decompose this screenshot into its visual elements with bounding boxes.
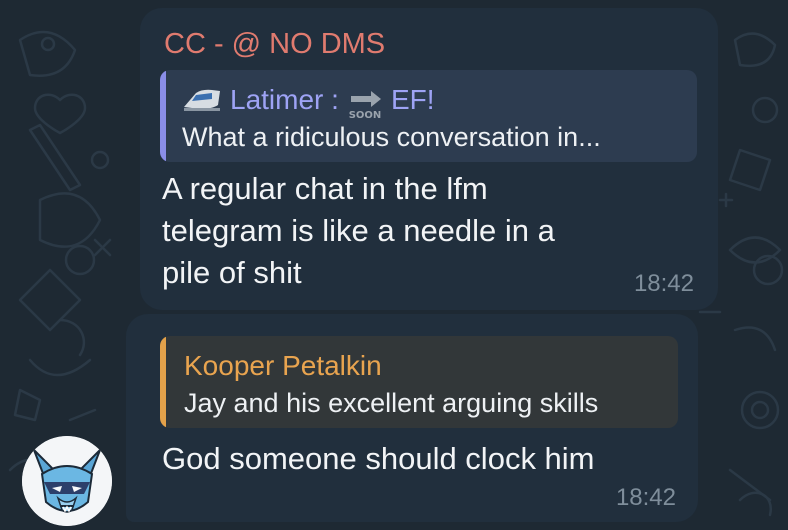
svg-text:SOON: SOON: [349, 110, 382, 120]
message-time: 18:42: [633, 270, 694, 297]
reply-author-name: Latimer :: [230, 84, 339, 115]
soon-arrow-icon: SOON: [349, 91, 382, 120]
message-time: 18:42: [615, 484, 676, 511]
dragon-avatar-icon: [22, 436, 112, 526]
reply-snippet: Jay and his excellent arguing skills: [184, 388, 599, 418]
reply-quote[interactable]: Latimer : SOON EF! What a ridiculous con…: [160, 70, 697, 162]
message-text: God someone should clock him: [162, 441, 595, 476]
reply-author: Kooper Petalkin: [184, 350, 382, 381]
train-icon: [184, 89, 220, 111]
avatar[interactable]: [22, 436, 112, 526]
sender-name[interactable]: CC - @ NO DMS: [164, 28, 385, 61]
message-bubble[interactable]: Kooper Petalkin Jay and his excellent ar…: [126, 314, 698, 522]
reply-author-suffix: EF!: [390, 84, 435, 115]
message-bubble[interactable]: CC - @ NO DMS Latimer : SOON EF! What a …: [140, 8, 718, 310]
reply-author: Latimer : SOON EF!: [182, 84, 435, 120]
reply-quote[interactable]: Kooper Petalkin Jay and his excellent ar…: [160, 336, 678, 428]
reply-snippet: What a ridiculous conversation in...: [182, 122, 601, 152]
message-text: A regular chat in the lfm telegram is li…: [162, 171, 555, 290]
